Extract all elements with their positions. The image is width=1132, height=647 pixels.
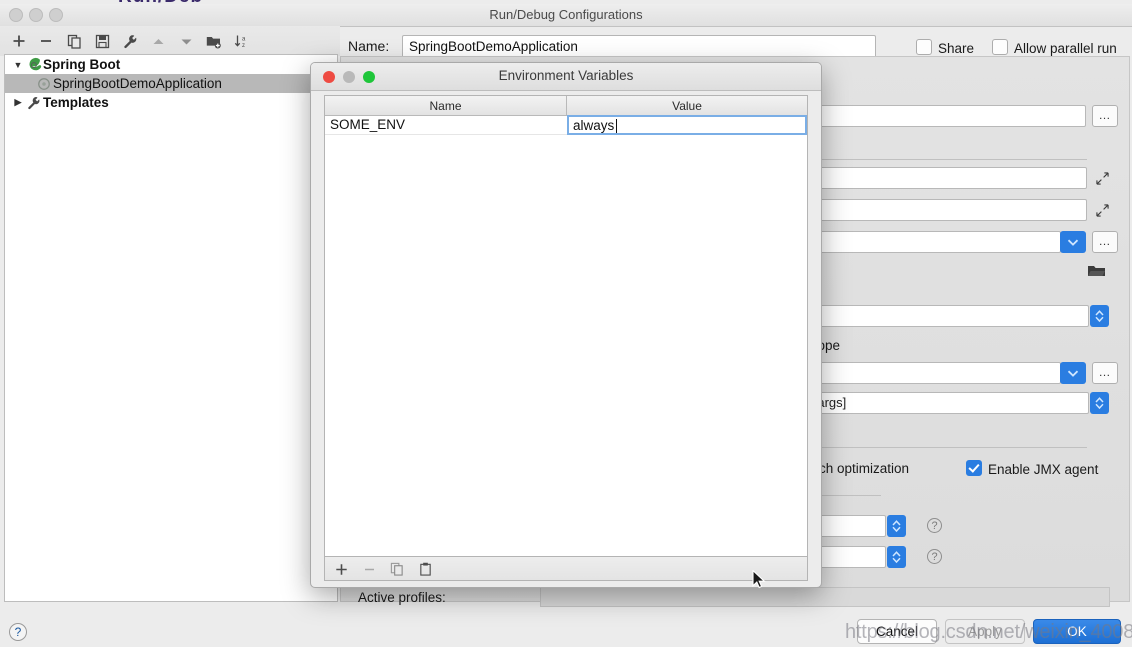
help-icon[interactable]: ? [927,549,942,564]
table-row[interactable]: SOME_ENV always [325,115,807,135]
module-dropdown-button[interactable] [1060,362,1086,384]
env-dialog-titlebar: Environment Variables [311,63,821,91]
allow-parallel-run-checkbox-box [992,39,1008,55]
tree-item-springbootdemoapplication[interactable]: SpringBootDemoApplication [5,74,337,93]
share-checkbox[interactable]: Share [916,39,974,56]
enable-jmx-agent-checkbox-box [966,460,982,476]
wrench-icon[interactable] [119,30,141,52]
cancel-button[interactable]: Cancel [857,619,937,644]
spinner-stepper-1[interactable] [887,515,906,537]
enable-jmx-agent-label: Enable JMX agent [988,462,1099,477]
working-directory-stepper[interactable] [1090,305,1109,327]
remove-icon[interactable] [35,30,57,52]
tree-item-label: Spring Boot [43,57,121,72]
help-icon[interactable]: ? [9,623,27,641]
wrench-icon [25,96,43,110]
add-icon[interactable] [8,30,30,52]
mouse-cursor [752,569,766,590]
module-browse-button[interactable]: … [1092,362,1118,384]
spinner-stepper-2[interactable] [887,546,906,568]
variable-value-text: always [573,118,615,133]
configuration-browse-button[interactable]: … [1092,105,1118,127]
jre-browse-button[interactable]: … [1092,231,1118,253]
column-header-name[interactable]: Name [325,96,567,115]
chevron-down-icon[interactable]: ▼ [11,58,25,72]
spring-boot-config-icon [35,77,53,91]
name-label: Name: [348,38,390,54]
new-folder-icon[interactable] [203,30,225,52]
expand-icon[interactable] [1093,169,1111,187]
env-table-toolbar [324,557,808,581]
copy-icon[interactable] [63,30,85,52]
allow-parallel-run-label: Allow parallel run [1014,41,1117,56]
configurations-tree[interactable]: ▼ Spring Boot SpringBootDemoApplication … [4,54,338,602]
enable-jmx-agent-checkbox[interactable]: Enable JMX agent [966,460,1098,477]
allow-parallel-run-checkbox[interactable]: Allow parallel run [992,39,1117,56]
tree-item-templates[interactable]: ▶ Templates [5,93,337,112]
folder-icon[interactable] [1087,263,1107,281]
svg-text:z: z [242,43,245,49]
table-header: Name Value [325,96,807,116]
tree-item-label: SpringBootDemoApplication [53,76,222,91]
active-profiles-field[interactable] [540,587,1110,607]
apply-button[interactable]: Apply [945,619,1025,644]
share-label: Share [938,41,975,56]
tree-item-spring-boot[interactable]: ▼ Spring Boot [5,55,337,74]
help-icon[interactable]: ? [927,518,942,533]
main-titlebar: Run/Debug Configurations [0,4,1132,27]
text-caret [616,119,617,133]
save-icon[interactable] [91,30,113,52]
move-down-icon[interactable] [175,30,197,52]
move-up-icon[interactable] [147,30,169,52]
chevron-right-icon[interactable]: ▶ [11,96,25,110]
remove-variable-icon[interactable] [359,559,379,579]
tree-item-label: Templates [43,95,109,110]
paste-variable-icon[interactable] [415,559,435,579]
environment-variables-dialog: Environment Variables Name Value SOME_EN… [310,62,822,588]
share-checkbox-box [916,39,932,55]
environment-variables-table[interactable]: Name Value SOME_ENV always [324,95,808,557]
configurations-toolbar: a z [0,26,340,56]
main-window-title: Run/Debug Configurations [489,7,643,22]
env-dialog-title: Environment Variables [498,68,634,83]
main-class-stepper[interactable] [1090,392,1109,414]
svg-text:a: a [242,36,246,42]
sort-alphabetically-icon[interactable]: a z [231,30,253,52]
variable-value-cell-editor[interactable]: always [567,115,807,135]
active-profiles-label: Active profiles: [358,590,446,605]
add-variable-icon[interactable] [331,559,351,579]
app-root: Run/Deb Run/Debug Configurations [0,0,1132,647]
column-header-value[interactable]: Value [567,96,807,115]
variable-name-cell[interactable]: SOME_ENV [325,115,567,135]
expand-icon[interactable] [1093,201,1111,219]
jre-dropdown-button[interactable] [1060,231,1086,253]
spring-boot-icon [25,57,43,72]
copy-variable-icon[interactable] [387,559,407,579]
ok-button[interactable]: OK [1033,619,1121,644]
